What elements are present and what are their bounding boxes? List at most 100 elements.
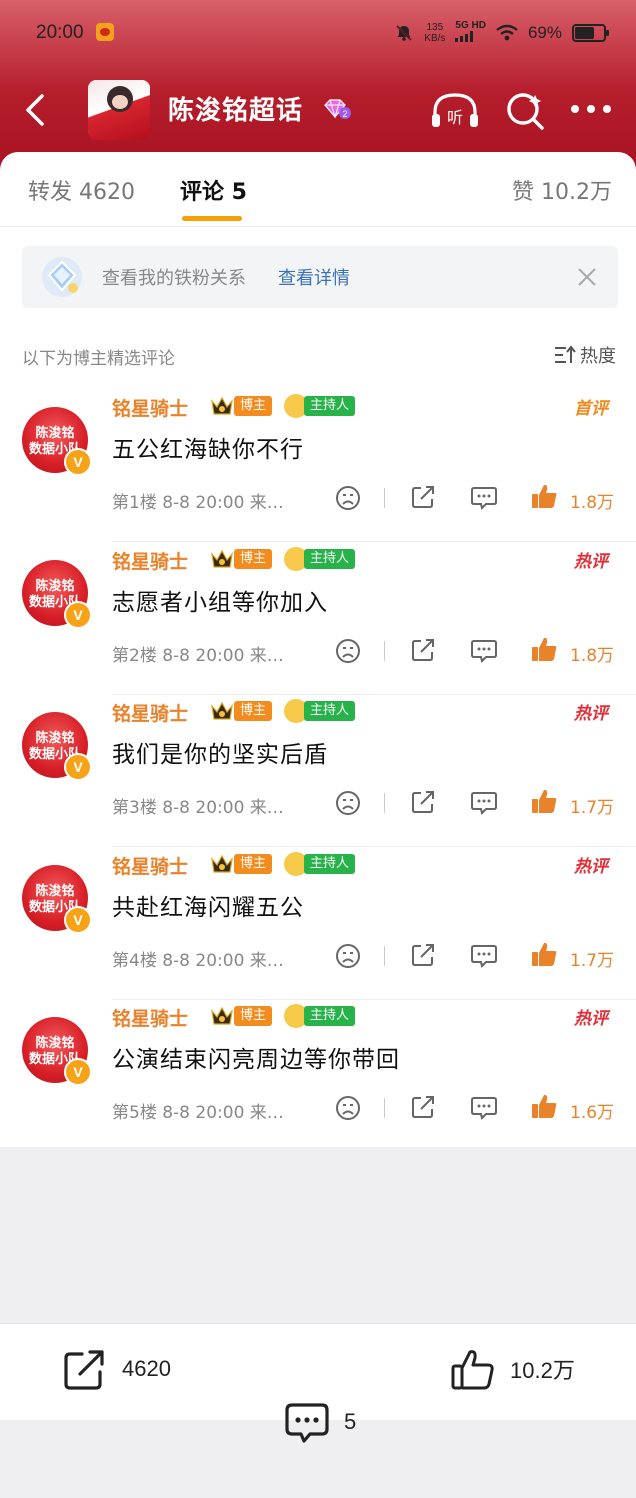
comment-meta: 第1楼 8-8 20:00 来… xyxy=(112,493,284,513)
wifi-icon xyxy=(496,24,518,40)
verified-badge-icon: V xyxy=(64,753,92,781)
listen-icon[interactable]: 听 xyxy=(430,90,480,130)
reply-icon[interactable] xyxy=(470,791,498,815)
share-icon[interactable] xyxy=(410,1094,436,1120)
bottom-action-bar: 4620 5 10.2万 xyxy=(0,1323,636,1443)
commenter-name[interactable]: 铭星骑士 xyxy=(112,699,188,726)
more-icon[interactable] xyxy=(570,104,612,114)
comment-tag: 热评 xyxy=(574,857,608,877)
commenter-name[interactable]: 铭星骑士 xyxy=(112,394,188,421)
crown-icon xyxy=(211,854,233,873)
signal-indicator: 5G HD xyxy=(455,20,486,45)
comment-item[interactable]: 陈浚铭 数据小队 V 铭星骑士 博主 主持人 首评 五公红海缺你不行 第1楼 8-8 20:00… xyxy=(0,390,636,542)
share-icon[interactable] xyxy=(410,637,436,663)
sort-icon xyxy=(555,345,576,363)
moderator-badge: 主持人 xyxy=(304,396,356,416)
back-arrow-icon[interactable] xyxy=(20,92,52,128)
comment-item[interactable]: 陈浚铭 数据小队 V 铭星骑士 博主 主持人 热评 公演结束闪亮周边等你带回 第5楼 8-8 2… xyxy=(0,1000,636,1152)
tab-bar: 转发 4620 评论 5 赞 10.2万 xyxy=(0,152,636,227)
verified-badge-icon: V xyxy=(64,906,92,934)
dislike-face-icon[interactable] xyxy=(334,789,362,817)
repost-icon xyxy=(64,1350,104,1390)
like-thumb-icon[interactable] xyxy=(530,1092,558,1120)
like-count: 1.7万 xyxy=(570,951,615,971)
crown-icon xyxy=(211,549,233,568)
row-divider xyxy=(112,846,636,847)
moderator-badge: 主持人 xyxy=(304,701,356,721)
host-badge: 博主 xyxy=(234,396,273,416)
fan-relation-banner[interactable]: 查看我的铁粉关系 查看详情 xyxy=(22,246,618,308)
fan-banner-text: 查看我的铁粉关系 xyxy=(102,268,246,289)
host-badge: 博主 xyxy=(234,549,273,569)
repost-button[interactable]: 4620 xyxy=(62,1346,171,1392)
host-badge: 博主 xyxy=(234,1006,273,1026)
active-tab-indicator xyxy=(182,216,242,221)
comment-item[interactable]: 陈浚铭 数据小队 V 铭星骑士 博主 主持人 热评 我们是你的坚实后盾 第3楼 8-8 20:0… xyxy=(0,695,636,847)
nav-bar: 陈浚铭超话 2 听 xyxy=(0,78,636,144)
search-icon[interactable] xyxy=(504,90,546,132)
comment-tag: 首评 xyxy=(574,399,608,419)
divider xyxy=(384,641,385,661)
like-thumb-icon[interactable] xyxy=(530,635,558,663)
mute-bell-icon xyxy=(396,24,412,41)
reply-icon[interactable] xyxy=(470,1096,498,1120)
top-header: 20:00 135 KB/s 5G HD 69% 陈浚铭超话 2 听 xyxy=(0,0,636,170)
like-count: 1.8万 xyxy=(570,493,615,513)
reply-icon[interactable] xyxy=(470,639,498,663)
avatar-face xyxy=(107,86,133,112)
comment-tag: 热评 xyxy=(574,1009,608,1029)
like-thumb-icon[interactable] xyxy=(530,940,558,968)
dislike-face-icon[interactable] xyxy=(334,1094,362,1122)
share-icon[interactable] xyxy=(410,942,436,968)
close-icon[interactable] xyxy=(578,268,596,286)
comment-item[interactable]: 陈浚铭 数据小队 V 铭星骑士 博主 主持人 热评 志愿者小组等你加入 第2楼 8-8 20:0… xyxy=(0,543,636,695)
comment-text[interactable]: 公演结束闪亮周边等你带回 xyxy=(112,1040,400,1074)
commenter-name[interactable]: 铭星骑士 xyxy=(112,1004,188,1031)
row-divider xyxy=(112,541,636,542)
comment-tag: 热评 xyxy=(574,704,608,724)
dislike-face-icon[interactable] xyxy=(334,637,362,665)
like-count: 1.7万 xyxy=(570,798,615,818)
reply-icon[interactable] xyxy=(470,486,498,510)
moderator-badge: 主持人 xyxy=(304,854,356,874)
comment-meta: 第2楼 8-8 20:00 来… xyxy=(112,646,284,666)
like-button[interactable]: 10.2万 xyxy=(450,1346,575,1392)
status-bar: 20:00 135 KB/s 5G HD 69% xyxy=(0,18,636,52)
sort-label: 热度 xyxy=(580,346,616,367)
comment-icon xyxy=(285,1403,329,1443)
reply-icon[interactable] xyxy=(470,944,498,968)
network-speed: 135 KB/s xyxy=(424,21,446,44)
verified-badge-icon: V xyxy=(64,1058,92,1086)
divider xyxy=(384,488,385,508)
comment-text[interactable]: 五公红海缺你不行 xyxy=(112,430,304,464)
verified-badge-icon: V xyxy=(64,601,92,629)
dislike-face-icon[interactable] xyxy=(334,484,362,512)
topic-avatar[interactable] xyxy=(88,80,150,140)
comment-tag: 热评 xyxy=(574,552,608,572)
comment-text[interactable]: 志愿者小组等你加入 xyxy=(112,583,328,617)
comment-item[interactable]: 陈浚铭 数据小队 V 铭星骑士 博主 主持人 热评 共赴红海闪耀五公 第4楼 8-8 20:00… xyxy=(0,848,636,1000)
commenter-name[interactable]: 铭星骑士 xyxy=(112,547,188,574)
tab-repost[interactable]: 转发 4620 xyxy=(28,174,135,206)
fan-banner-link[interactable]: 查看详情 xyxy=(278,264,350,290)
like-count: 10.2万 xyxy=(510,1358,575,1383)
commenter-name[interactable]: 铭星骑士 xyxy=(112,852,188,879)
comment-text[interactable]: 共赴红海闪耀五公 xyxy=(112,888,304,922)
dislike-face-icon[interactable] xyxy=(334,942,362,970)
host-badge: 博主 xyxy=(234,854,273,874)
battery-percent: 69% xyxy=(527,22,562,42)
like-thumb-icon[interactable] xyxy=(530,787,558,815)
battery-icon xyxy=(572,23,609,42)
page-title[interactable]: 陈浚铭超话 xyxy=(168,90,303,127)
tab-like[interactable]: 赞 10.2万 xyxy=(512,174,612,206)
sort-by-hot-button[interactable]: 热度 xyxy=(554,342,616,368)
crown-icon xyxy=(211,701,233,720)
like-thumb-icon[interactable] xyxy=(530,482,558,510)
comment-meta: 第5楼 8-8 20:00 来… xyxy=(112,1103,284,1123)
comment-text[interactable]: 我们是你的坚实后盾 xyxy=(112,735,328,769)
share-icon[interactable] xyxy=(410,484,436,510)
divider xyxy=(384,793,385,813)
signal-bars-icon xyxy=(455,31,474,42)
share-icon[interactable] xyxy=(410,789,436,815)
crown-icon xyxy=(211,396,233,415)
